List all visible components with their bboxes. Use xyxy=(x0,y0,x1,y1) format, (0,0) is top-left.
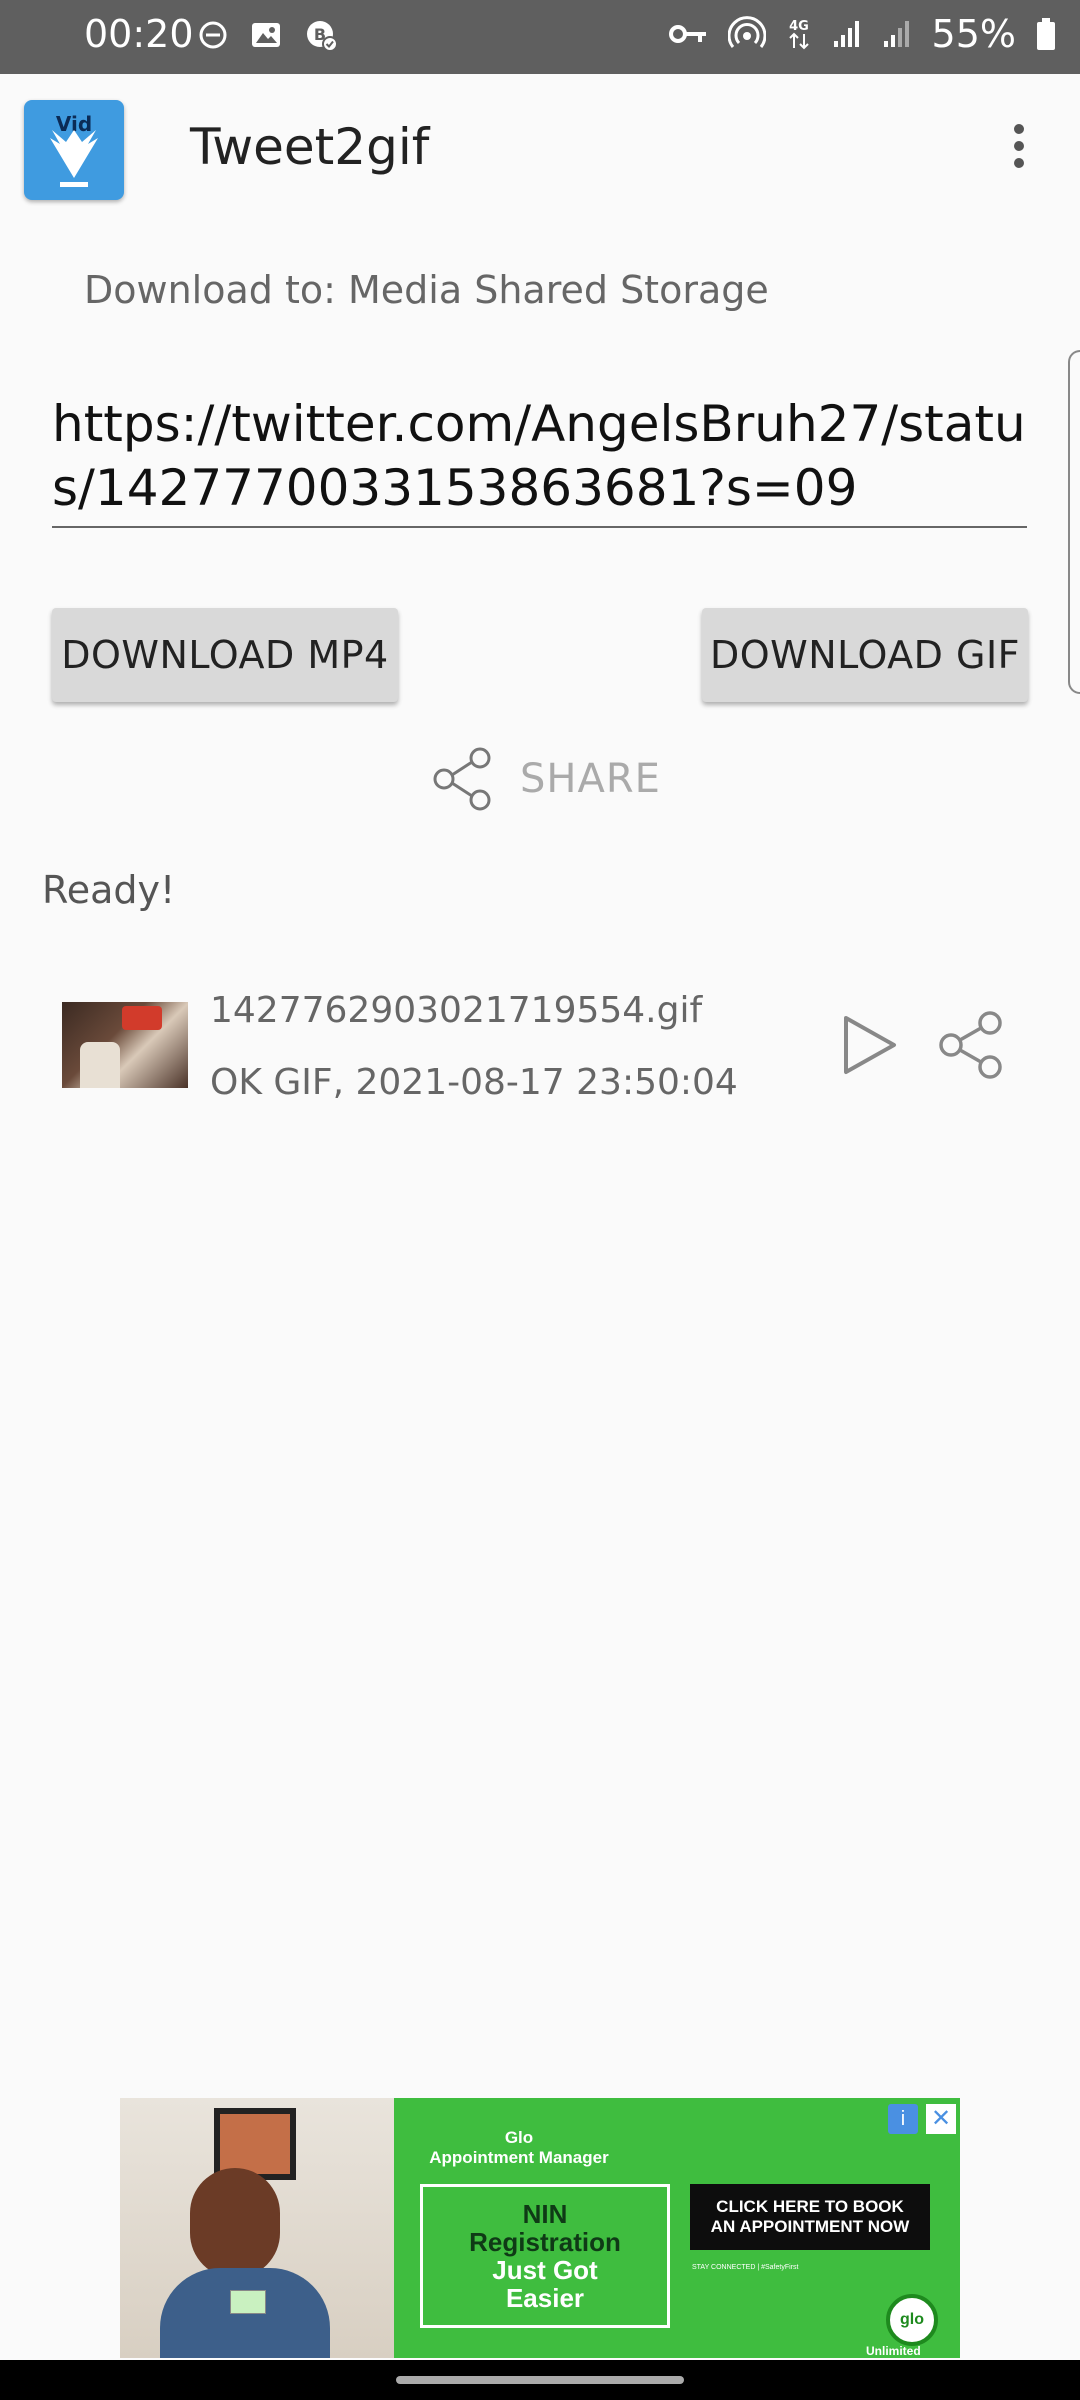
battery-icon xyxy=(1037,18,1055,50)
url-input[interactable]: https://twitter.com/AngelsBruh27/status/… xyxy=(52,392,1027,528)
download-location[interactable]: Download to: Media Shared Storage xyxy=(84,268,769,312)
file-meta: OK GIF, 2021-08-17 23:50:04 xyxy=(210,1062,738,1103)
ad-close-icon[interactable]: ✕ xyxy=(926,2104,956,2134)
battery-percent: 55% xyxy=(931,12,1016,56)
ad-logo-text: Unlimited xyxy=(866,2344,921,2358)
ad-subtext: STAY CONNECTED | #SafetyFirst xyxy=(692,2264,799,2271)
svg-text:4G: 4G xyxy=(789,19,809,34)
status-bar: 00:20 B 4G 55% xyxy=(0,0,1080,74)
status-text: Ready! xyxy=(42,868,176,912)
ad-headline-line: Just Got xyxy=(492,2255,598,2285)
ad-headline-line: Easier xyxy=(505,2283,585,2313)
ad-photo xyxy=(120,2098,394,2358)
share-icon[interactable] xyxy=(936,1010,1006,1080)
gif-thumbnail[interactable] xyxy=(62,1002,188,1088)
glo-logo-icon: glo xyxy=(886,2294,938,2346)
status-notification-icons: B xyxy=(198,18,338,52)
ad-headline-box: NIN Registration Just Got Easier xyxy=(420,2184,670,2328)
ad-banner[interactable]: Glo Appointment Manager NIN Registration… xyxy=(120,2098,960,2358)
signal-icon xyxy=(833,21,859,47)
signal-icon xyxy=(883,21,909,47)
ad-info-icon[interactable]: i xyxy=(888,2104,918,2134)
hotspot-icon xyxy=(727,16,766,48)
ad-cta-line: CLICK HERE TO BOOK xyxy=(716,2197,904,2216)
gallery-icon xyxy=(252,23,280,47)
app-logo: Vid xyxy=(24,100,124,200)
ad-brand: Glo Appointment Manager xyxy=(394,2128,644,2168)
navigation-bar xyxy=(0,2360,1080,2400)
ad-brand-line: Appointment Manager xyxy=(429,2148,609,2167)
share-icon xyxy=(433,747,491,811)
download-gif-button[interactable]: DOWNLOAD GIF xyxy=(702,608,1028,702)
status-time: 00:20 xyxy=(84,12,194,56)
ad-headline-line: NIN xyxy=(522,2199,568,2229)
list-item[interactable]: 1427762903021719554.gif OK GIF, 2021-08-… xyxy=(0,970,1080,1120)
edge-panel-handle[interactable] xyxy=(1068,350,1080,694)
whatsapp-business-icon: B xyxy=(307,21,338,52)
vpn-key-icon xyxy=(668,25,706,43)
overflow-menu-icon[interactable] xyxy=(1004,124,1034,180)
app-bar: Vid Tweet2gif xyxy=(0,74,1080,224)
status-system-icons: 4G 55% xyxy=(668,12,1056,56)
file-name: 1427762903021719554.gif xyxy=(210,990,703,1031)
ad-headline-line: Registration xyxy=(469,2227,621,2257)
share-button[interactable]: SHARE xyxy=(430,746,661,812)
ad-brand-line: Glo xyxy=(504,2128,534,2147)
glo-logo-mark: glo xyxy=(900,2311,924,2328)
ad-cta-button[interactable]: CLICK HERE TO BOOK AN APPOINTMENT NOW xyxy=(690,2184,930,2250)
home-gesture-handle[interactable] xyxy=(396,2376,684,2384)
play-icon[interactable] xyxy=(842,1014,898,1076)
app-title: Tweet2gif xyxy=(190,118,430,176)
download-mp4-button[interactable]: DOWNLOAD MP4 xyxy=(52,608,398,702)
do-not-disturb-icon xyxy=(199,21,227,49)
ad-cta-line: AN APPOINTMENT NOW xyxy=(710,2217,910,2236)
share-label: SHARE xyxy=(520,756,661,802)
wings-icon xyxy=(50,130,98,187)
4g-data-icon: 4G xyxy=(789,19,809,50)
